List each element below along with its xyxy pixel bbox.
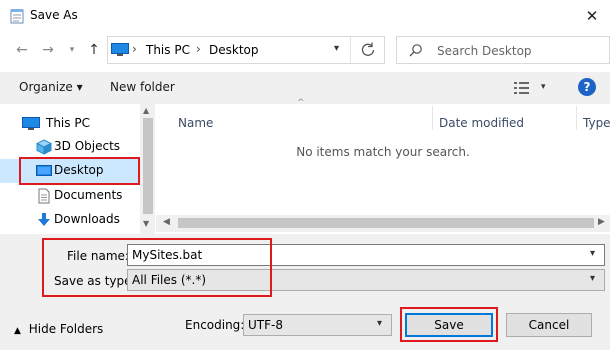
cancel-button[interactable]: Cancel [506, 313, 592, 337]
scroll-right-icon[interactable]: ▶ [598, 217, 605, 227]
nav-item-this-pc[interactable]: › This PC [0, 112, 140, 136]
window-title: Save As [30, 8, 78, 22]
up-button[interactable]: ↑ [84, 40, 104, 60]
highlight-box-desktop [19, 157, 140, 185]
encoding-select[interactable]: UTF-8 ▾ [243, 314, 392, 336]
new-folder-button[interactable]: New folder [110, 80, 175, 94]
nav-item-downloads[interactable]: Downloads [0, 208, 140, 232]
nav-item-documents[interactable]: Documents [0, 184, 140, 208]
scroll-left-icon[interactable]: ◀ [163, 217, 170, 227]
document-icon [38, 188, 50, 204]
scroll-down-icon[interactable]: ▼ [143, 219, 149, 228]
search-icon [409, 44, 422, 57]
view-details-icon[interactable] [514, 81, 530, 95]
horizontal-scrollbar-thumb[interactable] [178, 218, 594, 228]
highlight-box-file-fields [42, 238, 272, 297]
column-header-date-modified[interactable]: Date modified [439, 116, 524, 130]
cube-icon [36, 139, 52, 155]
recent-locations-dropdown[interactable]: ▾ [62, 40, 82, 60]
encoding-label: Encoding: [185, 318, 245, 332]
chevron-right-icon: › [132, 42, 137, 56]
pc-icon [22, 117, 40, 130]
nav-label: Downloads [54, 212, 120, 226]
column-divider[interactable] [576, 106, 577, 130]
highlight-box-save [400, 307, 498, 342]
nav-item-3d-objects[interactable]: 3D Objects [0, 135, 140, 159]
chevron-down-icon[interactable]: ▾ [590, 248, 595, 259]
hide-folders-toggle[interactable]: ▲ Hide Folders [14, 322, 103, 336]
divider [350, 37, 351, 63]
chevron-down-icon[interactable]: ▾ [377, 318, 382, 329]
column-header-name[interactable]: Name [178, 116, 213, 130]
chevron-down-icon[interactable]: ▾ [590, 273, 595, 284]
back-button[interactable]: ← [12, 40, 32, 60]
title-bar [0, 0, 610, 32]
notepad-icon [10, 9, 24, 24]
nav-label: Documents [54, 188, 123, 202]
encoding-value: UTF-8 [248, 318, 283, 332]
hide-folders-label: Hide Folders [28, 322, 104, 336]
search-input[interactable]: Search Desktop [437, 44, 532, 58]
nav-label: 3D Objects [54, 139, 121, 153]
scrollbar-thumb[interactable] [143, 118, 153, 214]
help-icon[interactable]: ? [578, 78, 596, 96]
breadcrumb-this-pc[interactable]: This PC [146, 43, 190, 57]
refresh-icon[interactable] [358, 40, 378, 60]
forward-button[interactable]: → [38, 40, 58, 60]
empty-message: No items match your search. [296, 145, 470, 159]
close-button[interactable]: ✕ [578, 4, 606, 28]
address-bar[interactable]: › This PC › Desktop ▾ [107, 36, 385, 64]
monitor-icon [111, 43, 129, 56]
sort-caret-icon: ^ [297, 98, 305, 108]
address-dropdown-icon[interactable]: ▾ [334, 43, 339, 54]
search-box[interactable]: Search Desktop [396, 36, 610, 64]
download-icon [38, 213, 50, 226]
nav-label: This PC [46, 116, 90, 130]
organize-menu[interactable]: Organize ▾ [19, 80, 83, 94]
chevron-up-icon: ▲ [14, 326, 21, 336]
breadcrumb-desktop[interactable]: Desktop [209, 43, 259, 57]
chevron-right-icon: › [196, 42, 201, 56]
column-divider[interactable] [432, 106, 433, 130]
column-header-type[interactable]: Type [583, 116, 610, 130]
scroll-up-icon[interactable]: ▲ [143, 106, 149, 115]
view-options-dropdown[interactable]: ▾ [541, 82, 546, 92]
